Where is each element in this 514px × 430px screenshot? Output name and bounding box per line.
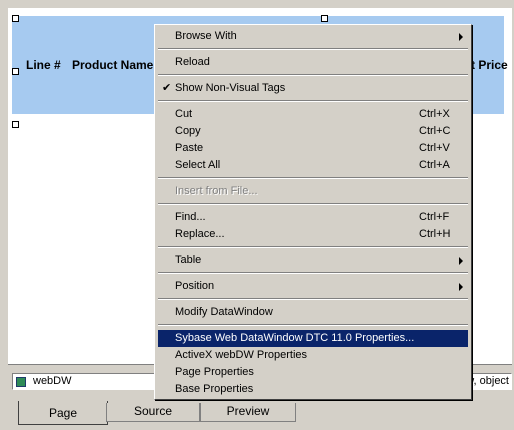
- selection-handle-mid-left[interactable]: [12, 68, 19, 75]
- menu-separator: [158, 246, 468, 248]
- menu-item-paste[interactable]: Paste Ctrl+V: [158, 140, 468, 157]
- menu-item-reload[interactable]: Reload: [158, 54, 468, 71]
- object-name-text: webDW: [33, 375, 72, 387]
- menu-separator: [158, 272, 468, 274]
- menu-item-table[interactable]: Table: [158, 252, 468, 269]
- menu-item-find[interactable]: Find... Ctrl+F: [158, 209, 468, 226]
- menu-item-replace[interactable]: Replace... Ctrl+H: [158, 226, 468, 243]
- menu-separator: [158, 177, 468, 179]
- editor-tabs: Page Source Preview: [8, 401, 512, 430]
- menu-item-page-properties[interactable]: Page Properties: [158, 364, 468, 381]
- submenu-arrow-icon: [459, 283, 463, 291]
- menu-item-base-properties[interactable]: Base Properties: [158, 381, 468, 398]
- column-header-product: Product Name: [72, 58, 154, 72]
- menu-item-show-non-visual-tags[interactable]: ✔ Show Non-Visual Tags: [158, 80, 468, 97]
- menu-item-modify-datawindow[interactable]: Modify DataWindow: [158, 304, 468, 321]
- column-header-line: Line #: [26, 58, 61, 72]
- menu-item-select-all[interactable]: Select All Ctrl+A: [158, 157, 468, 174]
- menu-item-activex-properties[interactable]: ActiveX webDW Properties: [158, 347, 468, 364]
- menu-item-cut[interactable]: Cut Ctrl+X: [158, 106, 468, 123]
- tab-preview[interactable]: Preview: [200, 403, 296, 422]
- menu-item-browse-with[interactable]: Browse With: [158, 28, 468, 45]
- menu-item-sybase-dtc-properties[interactable]: Sybase Web DataWindow DTC 11.0 Propertie…: [158, 330, 468, 347]
- menu-item-copy[interactable]: Copy Ctrl+C: [158, 123, 468, 140]
- menu-separator: [158, 324, 468, 326]
- datawindow-object-icon: [16, 377, 26, 387]
- menu-separator: [158, 74, 468, 76]
- context-menu: Browse With Reload ✔ Show Non-Visual Tag…: [154, 24, 472, 400]
- submenu-arrow-icon: [459, 33, 463, 41]
- menu-separator: [158, 203, 468, 205]
- menu-separator: [158, 100, 468, 102]
- menu-item-insert-from-file: Insert from File...: [175, 185, 258, 197]
- checkmark-icon: ✔: [162, 82, 172, 94]
- submenu-arrow-icon: [459, 257, 463, 265]
- selection-handle-top-mid[interactable]: [321, 15, 328, 22]
- menu-item-position[interactable]: Position: [158, 278, 468, 295]
- selection-handle-top-left[interactable]: [12, 15, 19, 22]
- tab-page[interactable]: Page: [18, 401, 108, 425]
- object-name-field[interactable]: webDW: [12, 373, 172, 390]
- menu-separator: [158, 298, 468, 300]
- object-event-text: w, object: [466, 375, 509, 387]
- menu-separator: [158, 48, 468, 50]
- tab-source[interactable]: Source: [106, 403, 200, 422]
- column-header-price: t Price: [471, 58, 508, 72]
- selection-handle-bottom-left[interactable]: [12, 121, 19, 128]
